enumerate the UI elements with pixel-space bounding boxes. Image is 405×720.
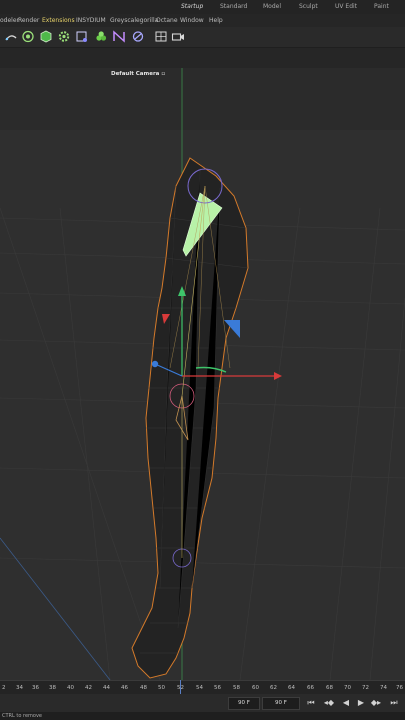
timeline-playhead[interactable] xyxy=(180,680,181,694)
cube-icon[interactable] xyxy=(39,29,53,44)
viewport[interactable]: Default Camera ▫ xyxy=(0,68,405,680)
box-select-icon[interactable] xyxy=(75,29,89,44)
z-axis-handle xyxy=(151,360,159,368)
menu-modeler[interactable]: odeler xyxy=(0,17,19,24)
layout-tabs: Startup Standard Model Sculpt UV Edit Pa… xyxy=(0,0,405,14)
layout-tab-paint[interactable]: Paint xyxy=(374,3,389,10)
menu-octane[interactable]: Octane xyxy=(156,17,178,24)
tick-label: 60 xyxy=(252,685,259,691)
tick-label: 48 xyxy=(140,685,147,691)
camera-label-text: Default Camera xyxy=(111,71,160,77)
status-text: CTRL to remove xyxy=(2,713,42,719)
menu-insydium[interactable]: INSYDIUM xyxy=(76,17,106,24)
viewport-header-strip xyxy=(0,48,405,69)
layout-tab-uv-edit[interactable]: UV Edit xyxy=(335,3,357,10)
tick-label: 46 xyxy=(121,685,128,691)
layout-tab-startup[interactable]: Startup xyxy=(181,3,203,10)
timeline-ruler[interactable]: 2 34 36 38 40 42 44 46 48 50 52 54 56 58… xyxy=(0,680,405,695)
target-icon[interactable] xyxy=(21,29,35,44)
menu-help[interactable]: Help xyxy=(209,17,223,24)
playback-controls: 90 F 90 F ⏮ ◂◆ ◀ ▶ ◆▸ ⏭ xyxy=(0,694,405,712)
status-bar: CTRL to remove xyxy=(0,712,405,720)
menu-window[interactable]: Window xyxy=(180,17,204,24)
layout-tab-standard[interactable]: Standard xyxy=(220,3,247,10)
tick-label: 50 xyxy=(158,685,165,691)
layout-tab-model[interactable]: Model xyxy=(263,3,281,10)
tick-label: 72 xyxy=(362,685,369,691)
tick-label: 56 xyxy=(214,685,221,691)
go-start-icon[interactable]: ⏮ xyxy=(305,697,317,709)
tick-label: 40 xyxy=(67,685,74,691)
tick-label: 70 xyxy=(344,685,351,691)
deformer-icon[interactable] xyxy=(112,29,126,44)
rotate-icon[interactable] xyxy=(131,29,145,44)
tick-label: 42 xyxy=(85,685,92,691)
play-icon[interactable]: ▶ xyxy=(355,697,367,709)
cluster-icon[interactable] xyxy=(94,29,108,44)
tick-label: 2 xyxy=(2,685,6,691)
preview-end-field[interactable]: 90 F xyxy=(262,697,300,710)
prev-key-icon[interactable]: ◂◆ xyxy=(323,697,335,709)
tick-label: 62 xyxy=(270,685,277,691)
menu-bar: odeler Render Extensions INSYDIUM Greysc… xyxy=(0,14,405,27)
next-key-icon[interactable]: ◆▸ xyxy=(370,697,382,709)
spline-pen-icon[interactable] xyxy=(4,29,18,44)
camera-icon[interactable] xyxy=(171,29,185,44)
menu-extensions[interactable]: Extensions xyxy=(42,17,75,24)
play-back-icon[interactable]: ◀ xyxy=(340,697,352,709)
tick-label: 58 xyxy=(233,685,240,691)
gear-icon[interactable] xyxy=(57,29,71,44)
tick-label: 44 xyxy=(103,685,110,691)
grid-icon[interactable] xyxy=(154,29,168,44)
camera-marker-icon: ▫ xyxy=(161,71,166,77)
tick-label: 64 xyxy=(288,685,295,691)
viewport-scene[interactable] xyxy=(0,68,405,680)
menu-greyscalegorilla[interactable]: Greyscalegorilla xyxy=(110,17,158,24)
tick-label: 36 xyxy=(32,685,39,691)
toolbar xyxy=(0,27,405,48)
menu-render[interactable]: Render xyxy=(18,17,39,24)
tick-label: 76 xyxy=(396,685,403,691)
tick-label: 68 xyxy=(326,685,333,691)
end-frame-field[interactable]: 90 F xyxy=(228,697,260,710)
tick-label: 38 xyxy=(49,685,56,691)
tick-label: 66 xyxy=(307,685,314,691)
go-end-icon[interactable]: ⏭ xyxy=(388,697,400,709)
tick-label: 34 xyxy=(16,685,23,691)
tick-label: 74 xyxy=(380,685,387,691)
camera-label[interactable]: Default Camera ▫ xyxy=(111,71,165,77)
layout-tab-sculpt[interactable]: Sculpt xyxy=(299,3,318,10)
tick-label: 54 xyxy=(196,685,203,691)
